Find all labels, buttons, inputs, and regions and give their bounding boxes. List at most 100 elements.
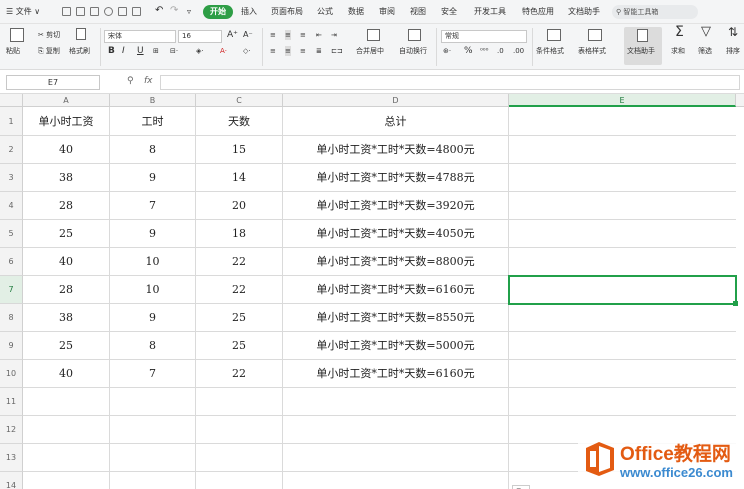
cell-a11[interactable]	[23, 388, 110, 416]
paste-button[interactable]: 粘贴	[6, 46, 20, 56]
indent-decrease-icon[interactable]: ⇤	[316, 30, 322, 40]
column-header-c[interactable]: C	[196, 94, 283, 107]
column-header-b[interactable]: B	[110, 94, 196, 107]
cell-c6[interactable]: 22	[196, 248, 283, 276]
tab-developer[interactable]: 开发工具	[474, 5, 506, 19]
zoom-formula-icon[interactable]: ⚲	[127, 76, 134, 86]
cell-a10[interactable]: 40	[23, 360, 110, 388]
cell-c5[interactable]: 18	[196, 220, 283, 248]
cell-d14[interactable]	[283, 472, 509, 489]
distribute-icon[interactable]: ⊏⊐	[331, 46, 343, 56]
redo-icon[interactable]: ↷	[170, 4, 178, 18]
cell-e3[interactable]	[509, 164, 736, 192]
number-format-select[interactable]: 常规	[441, 30, 527, 43]
quick-access-dropdown-icon[interactable]: ▿	[187, 5, 191, 19]
cell-d6[interactable]: 单小时工资*工时*天数=8800元	[283, 248, 509, 276]
cell-d8[interactable]: 单小时工资*工时*天数=8550元	[283, 304, 509, 332]
cell-a3[interactable]: 38	[23, 164, 110, 192]
cell-b2[interactable]: 8	[110, 136, 196, 164]
fill-color-icon[interactable]: ◈·	[196, 46, 204, 56]
cell-d3[interactable]: 单小时工资*工时*天数=4788元	[283, 164, 509, 192]
cell-e6[interactable]	[509, 248, 736, 276]
cell-b5[interactable]: 9	[110, 220, 196, 248]
font-name-select[interactable]: 宋体	[104, 30, 176, 43]
print-icon[interactable]	[118, 7, 127, 16]
tab-review[interactable]: 审阅	[379, 5, 395, 19]
cell-e5[interactable]	[509, 220, 736, 248]
cell-a1[interactable]: 单小时工资	[23, 107, 110, 136]
column-header-e[interactable]: E	[509, 94, 736, 107]
tab-insert[interactable]: 插入	[241, 5, 257, 19]
fill-handle[interactable]	[733, 301, 738, 306]
cell-d4[interactable]: 单小时工资*工时*天数=3920元	[283, 192, 509, 220]
cell-c4[interactable]: 20	[196, 192, 283, 220]
file-menu[interactable]: ☰ 文件 ∨	[6, 5, 40, 19]
export-pdf-icon[interactable]	[104, 7, 113, 16]
cell-a2[interactable]: 40	[23, 136, 110, 164]
cell-c14[interactable]	[196, 472, 283, 489]
cell-b1[interactable]: 工时	[110, 107, 196, 136]
open-icon[interactable]	[76, 7, 85, 16]
cell-d11[interactable]	[283, 388, 509, 416]
cell-b13[interactable]	[110, 444, 196, 472]
cell-a14[interactable]	[23, 472, 110, 489]
thousands-icon[interactable]: ⁰⁰⁰	[480, 46, 488, 56]
conditional-format-icon[interactable]	[547, 29, 561, 41]
align-right-icon[interactable]: ≡	[300, 46, 306, 56]
row-header-4[interactable]: 4	[0, 192, 23, 220]
cell-d7[interactable]: 单小时工资*工时*天数=6160元	[283, 276, 509, 304]
justify-icon[interactable]: ≣	[316, 46, 322, 56]
cut-button[interactable]: ✂ 剪切	[38, 30, 60, 40]
cell-a12[interactable]	[23, 416, 110, 444]
cell-b14[interactable]	[110, 472, 196, 489]
column-header-d[interactable]: D	[283, 94, 509, 107]
percent-button[interactable]: %	[464, 46, 473, 56]
cell-c8[interactable]: 25	[196, 304, 283, 332]
filter-button[interactable]: 筛选	[698, 46, 712, 56]
row-header-9[interactable]: 9	[0, 332, 23, 360]
font-size-select[interactable]: 16	[178, 30, 222, 43]
doc-assistant-icon[interactable]	[637, 29, 648, 42]
tab-formulas[interactable]: 公式	[317, 5, 333, 19]
cell-b12[interactable]	[110, 416, 196, 444]
paste-options-button[interactable]: ⎘▾	[512, 485, 530, 489]
cell-d10[interactable]: 单小时工资*工时*天数=6160元	[283, 360, 509, 388]
strikethrough-icon[interactable]: ⊞	[153, 46, 159, 56]
cell-b3[interactable]: 9	[110, 164, 196, 192]
sum-icon[interactable]: Σ	[675, 25, 684, 39]
cell-e2[interactable]	[509, 136, 736, 164]
cell-b10[interactable]: 7	[110, 360, 196, 388]
row-header-3[interactable]: 3	[0, 164, 23, 192]
row-header-8[interactable]: 8	[0, 304, 23, 332]
row-header-5[interactable]: 5	[0, 220, 23, 248]
cell-d1[interactable]: 总计	[283, 107, 509, 136]
cell-b9[interactable]: 8	[110, 332, 196, 360]
cell-e10[interactable]	[509, 360, 736, 388]
cell-e9[interactable]	[509, 332, 736, 360]
clear-format-icon[interactable]: ◇·	[243, 46, 251, 56]
cell-c11[interactable]	[196, 388, 283, 416]
cell-a7[interactable]: 28	[23, 276, 110, 304]
cell-c2[interactable]: 15	[196, 136, 283, 164]
cell-c9[interactable]: 25	[196, 332, 283, 360]
row-header-1[interactable]: 1	[0, 107, 23, 136]
align-top-icon[interactable]: ≡	[270, 30, 276, 40]
cell-a8[interactable]: 38	[23, 304, 110, 332]
row-header-11[interactable]: 11	[0, 388, 23, 416]
decrease-decimal-icon[interactable]: .00	[513, 46, 524, 56]
cell-c1[interactable]: 天数	[196, 107, 283, 136]
format-painter-icon[interactable]	[76, 28, 86, 40]
fx-icon[interactable]: fx	[144, 76, 153, 86]
underline-button[interactable]: U	[137, 46, 144, 56]
increase-font-icon[interactable]: A⁺	[227, 30, 238, 40]
cell-a9[interactable]: 25	[23, 332, 110, 360]
cell-a6[interactable]: 40	[23, 248, 110, 276]
indent-increase-icon[interactable]: ⇥	[331, 30, 337, 40]
italic-button[interactable]: I	[122, 46, 125, 56]
cell-d9[interactable]: 单小时工资*工时*天数=5000元	[283, 332, 509, 360]
cell-e11[interactable]	[509, 388, 736, 416]
align-left-icon[interactable]: ≡	[270, 46, 276, 56]
select-all-corner[interactable]	[0, 94, 23, 107]
cell-d12[interactable]	[283, 416, 509, 444]
save-icon[interactable]	[90, 7, 99, 16]
